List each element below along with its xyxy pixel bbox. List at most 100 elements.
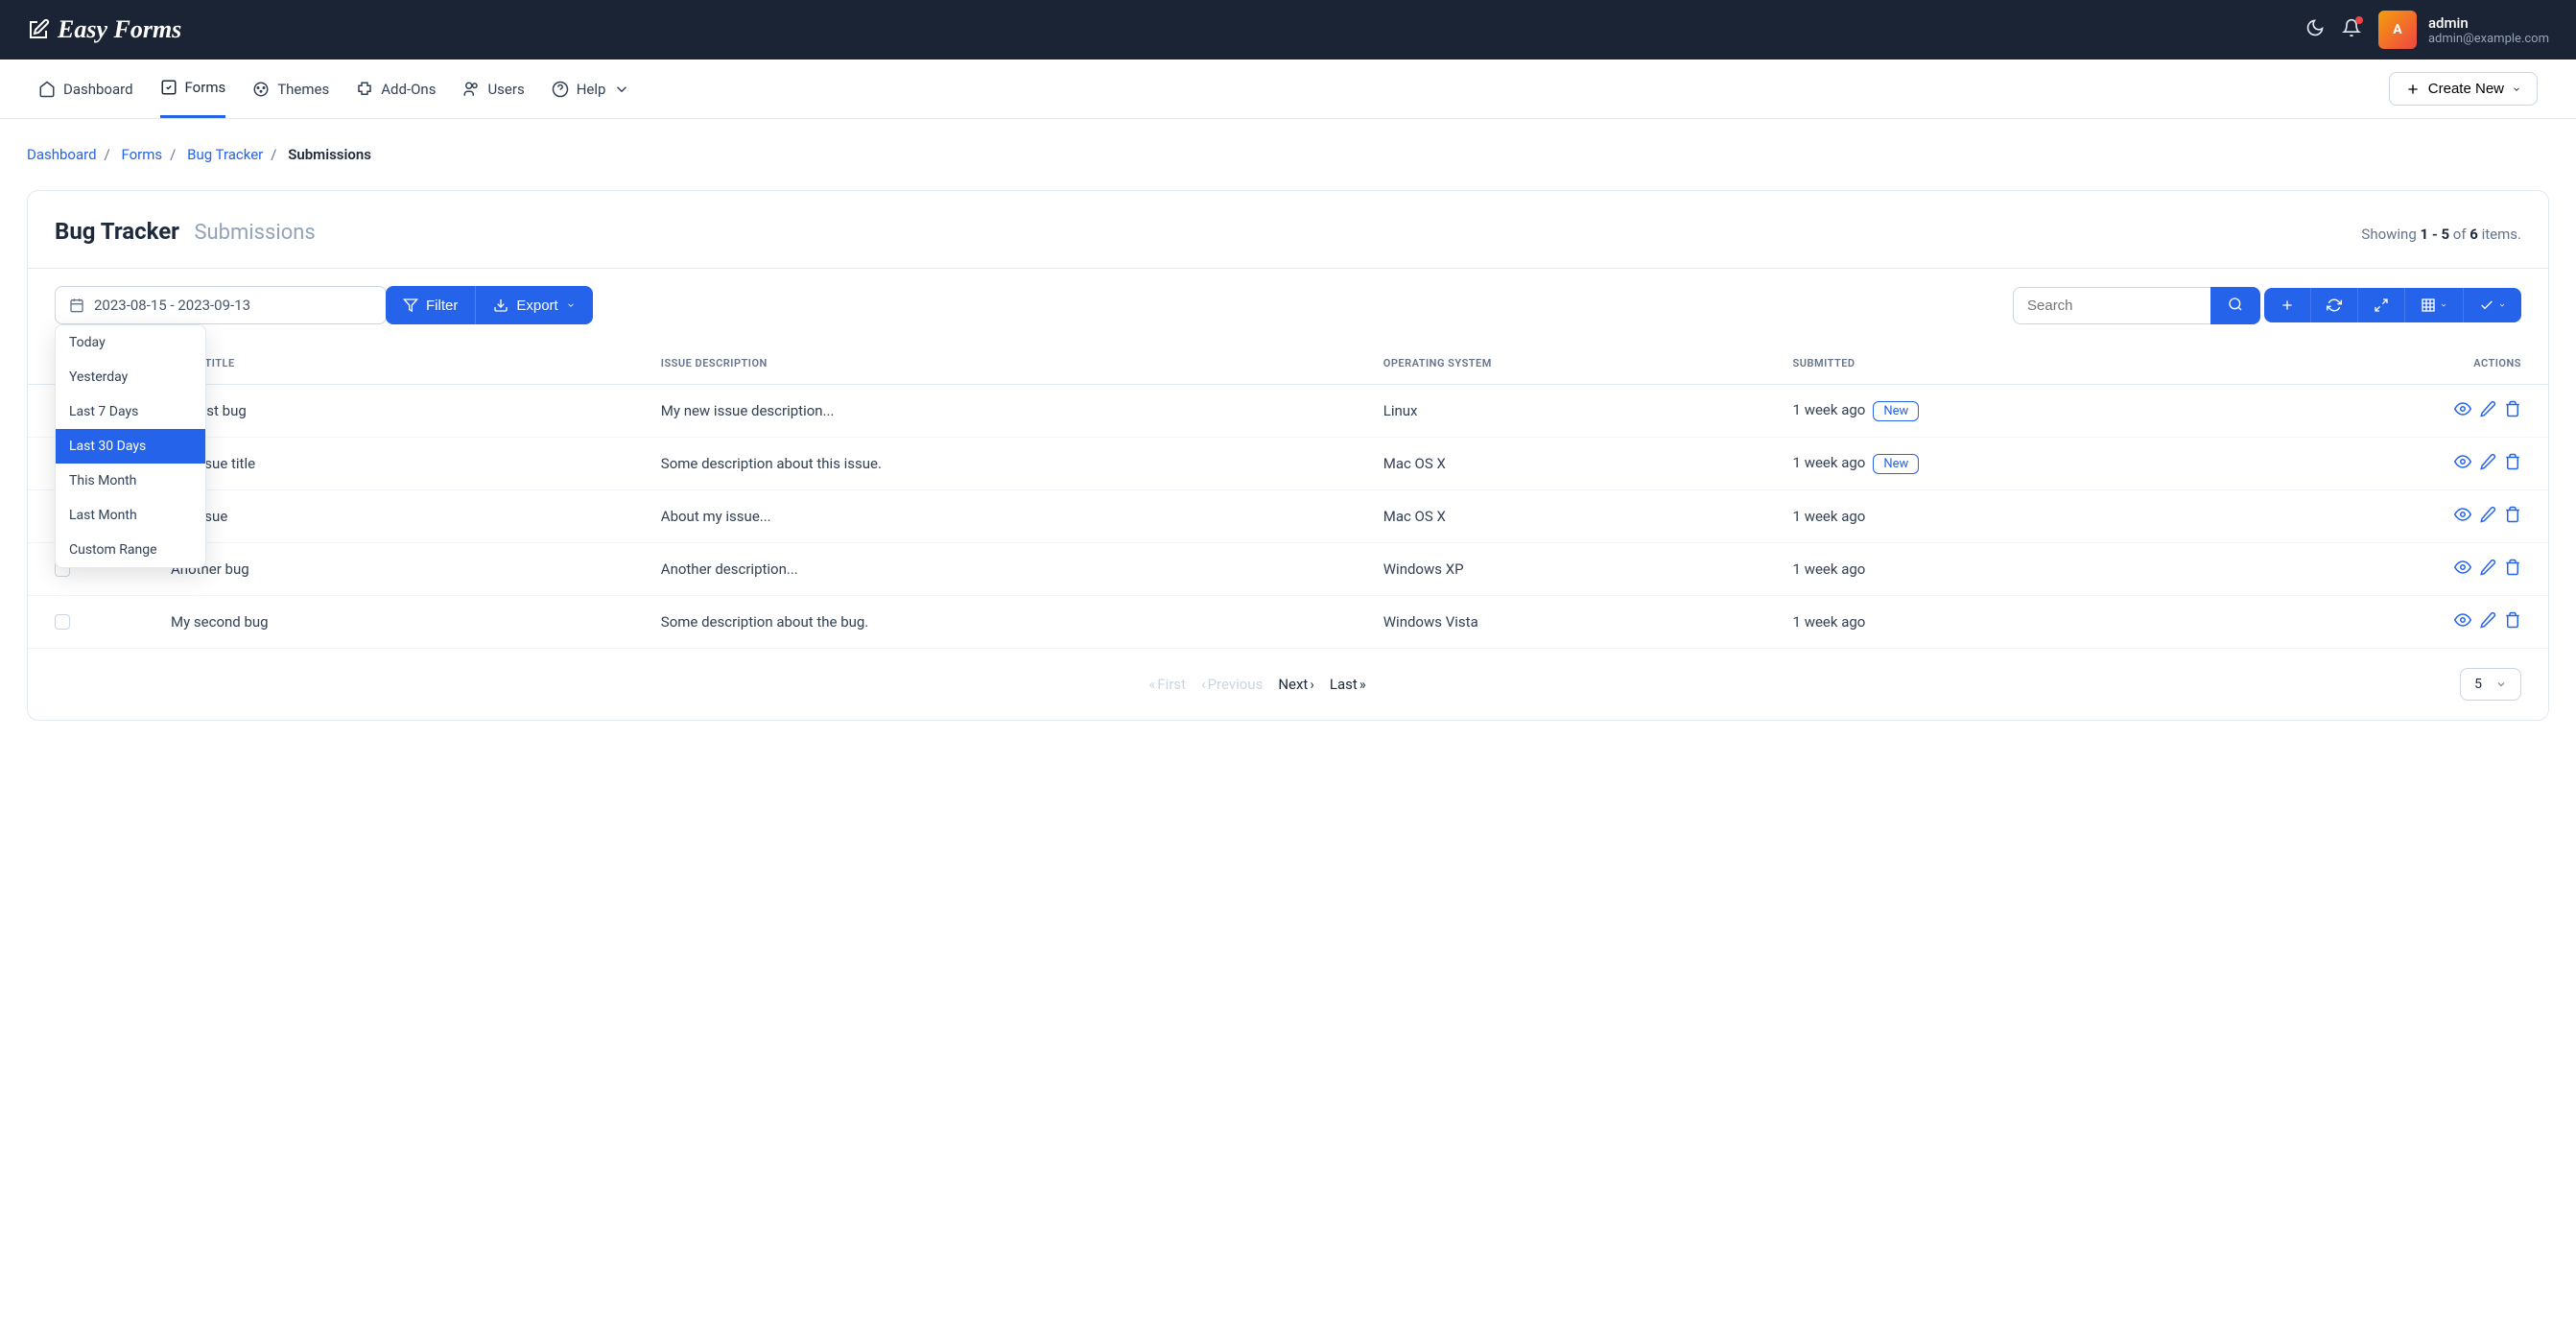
view-action[interactable] [2454,400,2471,421]
add-button[interactable] [2264,288,2310,322]
nav-forms[interactable]: Forms [160,60,226,118]
date-preset-item[interactable]: Today [56,325,205,360]
grid-icon [2421,298,2436,313]
col-submitted[interactable]: SUBMITTED [1774,342,2233,385]
notifications-button[interactable] [2342,18,2361,41]
edit-action[interactable] [2479,453,2496,474]
chevron-down-icon [2512,84,2521,94]
nav-themes[interactable]: Themes [252,60,329,118]
date-range-value: 2023-08-15 - 2023-09-13 [94,297,250,314]
col-desc[interactable]: ISSUE DESCRIPTION [642,342,1364,385]
view-action[interactable] [2454,559,2471,580]
refresh-button[interactable] [2310,288,2357,322]
col-actions: ACTIONS [2233,342,2548,385]
main-nav: Dashboard Forms Themes Add-Ons Users Hel… [0,60,2576,119]
delete-action[interactable] [2504,506,2521,527]
expand-icon [2374,298,2389,313]
delete-action[interactable] [2504,611,2521,632]
columns-button[interactable] [2404,288,2463,322]
filter-button[interactable]: Filter [386,286,476,324]
breadcrumb-forms[interactable]: Forms [121,146,162,163]
filter-icon [403,298,418,313]
cell-submitted: 1 week agoNew [1774,385,2233,438]
page-first[interactable]: « First [1148,676,1186,693]
trash-icon [2504,506,2521,523]
search-button[interactable] [2210,287,2260,324]
users-icon [462,81,480,98]
edit-icon [27,18,50,41]
cell-desc: Some description about the bug. [642,596,1364,649]
trash-icon [2504,400,2521,417]
date-preset-item[interactable]: Last 30 Days [56,429,205,464]
delete-action[interactable] [2504,453,2521,474]
delete-action[interactable] [2504,559,2521,580]
edit-action[interactable] [2479,559,2496,580]
pencil-icon [2479,400,2496,417]
expand-button[interactable] [2357,288,2404,322]
cell-os: Windows XP [1364,543,1774,596]
eye-icon [2454,453,2471,470]
table-row: Another bug Another description... Windo… [28,543,2548,596]
brand-logo[interactable]: Easy Forms [27,15,181,44]
cell-desc: Some description about this issue. [642,438,1364,490]
plus-icon [2280,298,2295,313]
calendar-icon [69,298,84,313]
result-count: Showing 1 - 5 of 6 items. [2361,226,2521,243]
user-menu[interactable]: A admin admin@example.com [2378,11,2549,49]
date-preset-item[interactable]: Last 7 Days [56,394,205,429]
col-os[interactable]: OPERATING SYSTEM [1364,342,1774,385]
date-preset-item[interactable]: Custom Range [56,533,205,567]
notification-dot [2355,16,2363,24]
page-previous[interactable]: ‹ Previous [1201,676,1263,693]
check-icon [160,79,177,96]
create-new-button[interactable]: Create New [2389,72,2538,106]
nav-help[interactable]: Help [552,60,631,118]
nav-users[interactable]: Users [462,60,524,118]
eye-icon [2454,506,2471,523]
chevron-down-icon [2495,679,2507,690]
date-range-input[interactable]: 2023-08-15 - 2023-09-13 [55,286,387,324]
page-size-select[interactable]: 5 [2460,668,2521,701]
breadcrumb-current: Submissions [288,146,371,163]
plus-icon [2405,82,2421,97]
cell-os: Mac OS X [1364,490,1774,543]
row-checkbox[interactable] [55,614,70,630]
cell-os: Windows Vista [1364,596,1774,649]
export-button[interactable]: Export [476,286,592,324]
nav-dashboard[interactable]: Dashboard [38,60,133,118]
breadcrumb-bugtracker[interactable]: Bug Tracker [187,146,263,163]
delete-action[interactable] [2504,400,2521,421]
edit-action[interactable] [2479,611,2496,632]
breadcrumb-dashboard[interactable]: Dashboard [27,146,97,163]
theme-toggle[interactable] [2305,18,2325,41]
cell-desc: Another description... [642,543,1364,596]
view-action[interactable] [2454,611,2471,632]
edit-action[interactable] [2479,506,2496,527]
date-preset-item[interactable]: Yesterday [56,360,205,394]
user-name: admin [2428,14,2549,32]
date-preset-item[interactable]: Last Month [56,498,205,533]
avatar: A [2378,11,2417,49]
bulk-actions-button[interactable] [2463,288,2521,322]
puzzle-icon [356,81,373,98]
palette-icon [252,81,270,98]
page-next[interactable]: Next › [1278,676,1314,693]
user-email: admin@example.com [2428,32,2549,46]
cell-os: Mac OS X [1364,438,1774,490]
submissions-card: Bug Tracker Submissions Showing 1 - 5 of… [27,190,2549,721]
chevron-down-icon [613,81,630,98]
search-input[interactable] [2013,287,2210,324]
search-icon [2228,297,2243,312]
refresh-icon [2327,298,2342,313]
cell-submitted: 1 week ago [1774,490,2233,543]
nav-addons[interactable]: Add-Ons [356,60,436,118]
view-action[interactable] [2454,506,2471,527]
eye-icon [2454,611,2471,629]
edit-action[interactable] [2479,400,2496,421]
cell-os: Linux [1364,385,1774,438]
eye-icon [2454,559,2471,576]
date-preset-item[interactable]: This Month [56,464,205,498]
view-action[interactable] [2454,453,2471,474]
page-last[interactable]: Last » [1330,676,1366,693]
chevron-down-icon [2498,301,2506,309]
